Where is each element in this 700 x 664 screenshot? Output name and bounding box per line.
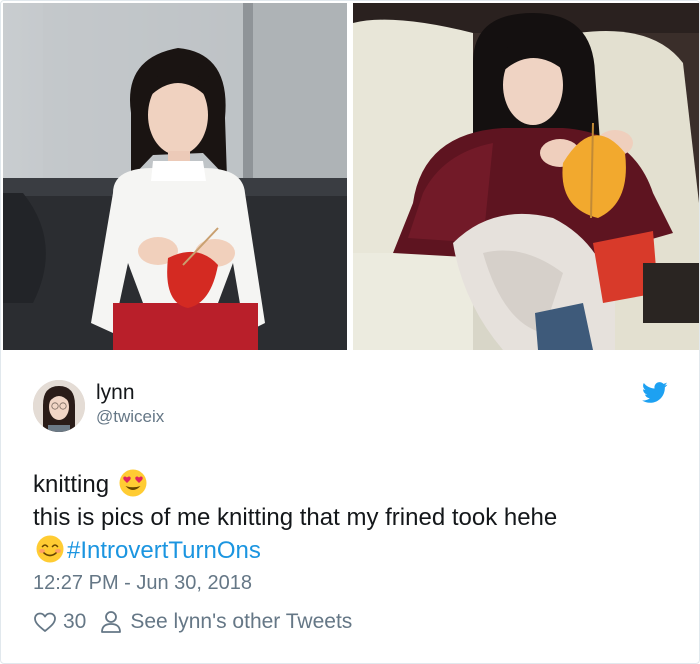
like-count[interactable]: 30 — [63, 610, 86, 634]
avatar[interactable] — [33, 380, 85, 432]
heart-outline-icon[interactable] — [33, 610, 57, 634]
see-other-tweets-link[interactable]: See lynn's other Tweets — [130, 610, 352, 634]
heart-eyes-emoji-icon — [118, 468, 148, 498]
tweet-actions: 30 See lynn's other Tweets — [33, 608, 352, 636]
tweet-text-knitting: knitting — [33, 471, 110, 498]
tweet-text: knitting this is pics of me knitting tha… — [33, 468, 673, 567]
user-handle[interactable]: @twiceix — [96, 407, 164, 427]
tweet-text-line-3: #IntrovertTurnOns — [33, 534, 673, 567]
photo-knitting-red[interactable] — [3, 3, 347, 350]
person-outline-icon — [100, 610, 122, 634]
tweet-body: lynn @twiceix knitting this is pics of m… — [1, 350, 699, 663]
tweet-text-line-2: this is pics of me knitting that my frin… — [33, 504, 558, 531]
photo-knitting-yellow-image — [353, 3, 699, 350]
photo-knitting-yellow[interactable] — [353, 3, 699, 350]
photo-knitting-red-image — [3, 3, 347, 350]
twitter-bird-icon[interactable] — [642, 382, 668, 404]
hashtag-link[interactable]: #IntrovertTurnOns — [67, 537, 261, 564]
photo-grid — [3, 3, 699, 350]
tweet-timestamp[interactable]: 12:27 PM - Jun 30, 2018 — [33, 571, 252, 595]
tweet-card: lynn @twiceix knitting this is pics of m… — [0, 0, 700, 664]
avatar-image — [33, 380, 85, 432]
smiling-emoji-icon — [35, 534, 65, 564]
display-name[interactable]: lynn — [96, 381, 135, 405]
tweet-text-line-1: knitting — [33, 468, 673, 501]
